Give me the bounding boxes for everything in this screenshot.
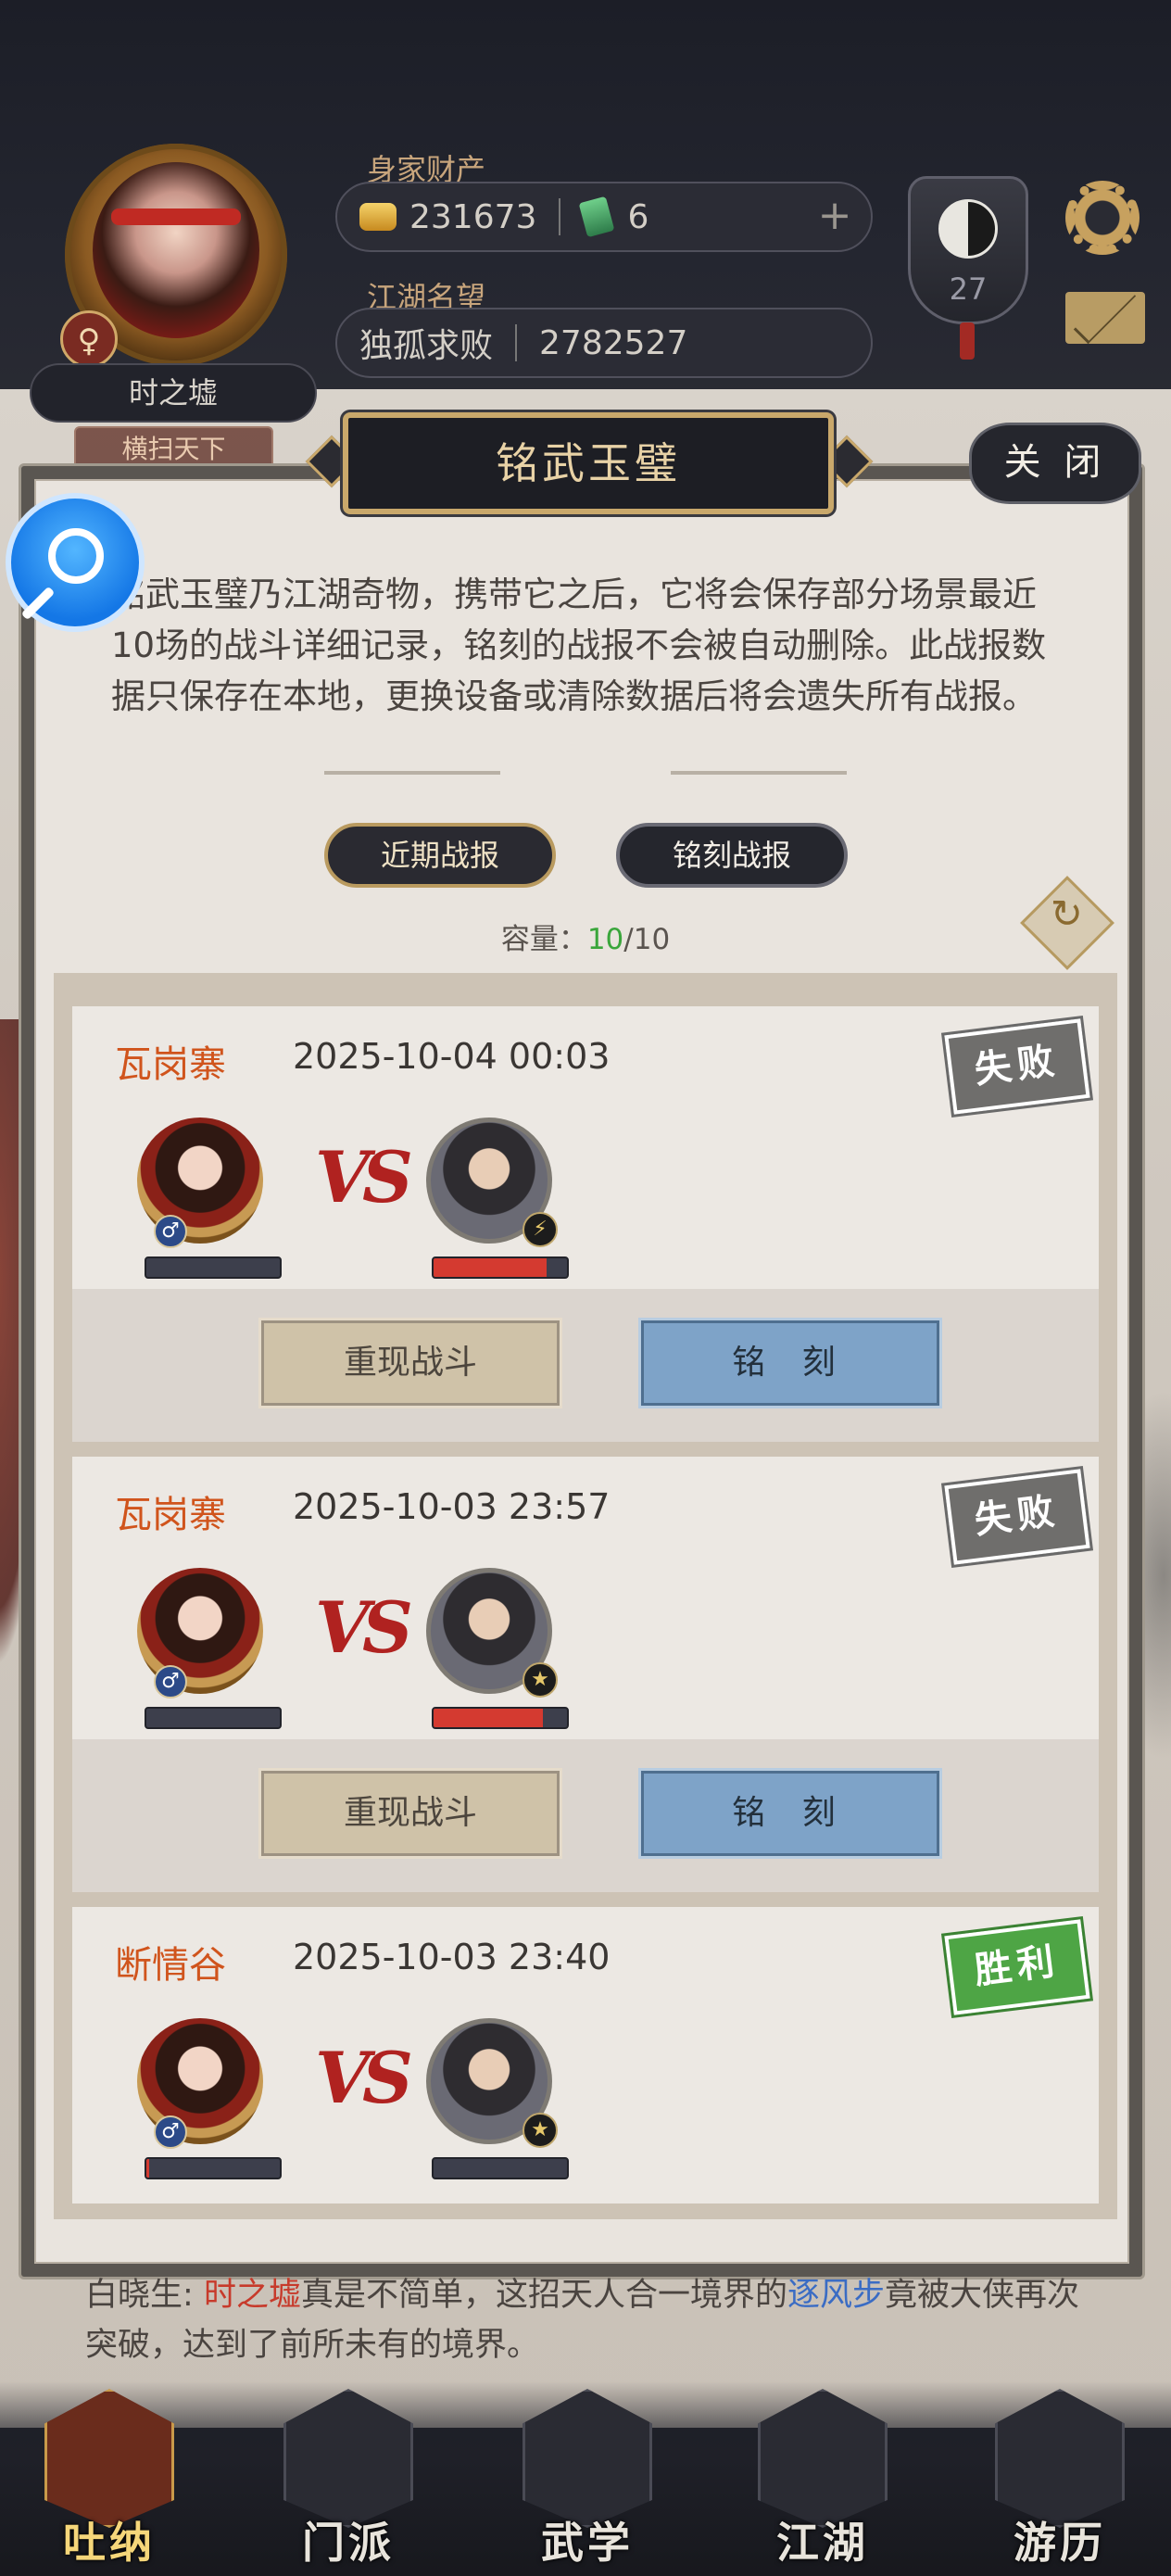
nav-sect[interactable]: 门派 xyxy=(274,2389,422,2574)
battle-report-list[interactable]: 瓦岗寨 2025-10-04 00:03 失败 ♂ VS ⚡ 重现战斗 铭 刻 … xyxy=(54,973,1117,2219)
jade-amount: 6 xyxy=(627,197,649,236)
avatar-portrait xyxy=(93,162,259,338)
tuna-icon xyxy=(44,2389,174,2528)
my-hp-bar xyxy=(145,1707,282,1729)
nav-label: 江湖 xyxy=(776,2518,869,2568)
tab-engraved-reports[interactable]: 铭刻战报 xyxy=(616,823,848,888)
my-hp-bar xyxy=(145,2157,282,2179)
magnifier-handle xyxy=(20,586,56,621)
engrave-button[interactable]: 铭 刻 xyxy=(638,1318,942,1408)
nav-jianghu[interactable]: 江湖 xyxy=(749,2389,897,2574)
nav-label: 游历 xyxy=(1014,2518,1106,2568)
divider xyxy=(559,198,561,235)
chat-message: 白晓生: 时之墟真是不简单，这招天人合一境界的逐风步竟被大侠再次突破，达到了前所… xyxy=(85,2270,1104,2370)
record-location: 断情谷 xyxy=(115,1944,226,1987)
record-actions: 重现战斗 铭 刻 xyxy=(72,1739,1099,1892)
female-icon: ♀ xyxy=(60,310,118,368)
enemy-hp-bar xyxy=(432,1256,569,1279)
magnifier-icon xyxy=(48,528,104,584)
record-time: 2025-10-04 00:03 xyxy=(293,1036,611,1077)
player-avatar[interactable]: ♀ xyxy=(28,144,338,385)
mail-icon[interactable] xyxy=(1065,292,1145,344)
enemy-hp-bar xyxy=(432,1707,569,1729)
record-location: 瓦岗寨 xyxy=(115,1494,226,1536)
gear-icon[interactable] xyxy=(1065,181,1140,255)
vs-label: VS xyxy=(315,2037,413,2119)
chat-speaker: 白晓生: xyxy=(85,2277,194,2314)
male-icon: ♂ xyxy=(154,1215,187,1248)
tassel-decoration xyxy=(960,322,975,360)
result-stamp: 胜利 xyxy=(941,1915,1093,2019)
player-name: 时之墟 xyxy=(30,363,317,423)
record-location: 瓦岗寨 xyxy=(115,1043,226,1086)
my-hp-bar xyxy=(145,1256,282,1279)
divider xyxy=(515,324,518,361)
enemy-faction-icon: ★ xyxy=(523,2113,558,2148)
modal-description: 铭武玉璧乃江湖奇物，携带它之后，它将会保存部分场景最近10场的战斗详细记录，铭刻… xyxy=(111,575,1047,716)
record-actions: 重现战斗 铭 刻 xyxy=(72,1289,1099,1442)
hp-fill xyxy=(434,1258,548,1277)
sect-icon xyxy=(283,2389,413,2528)
level-badge[interactable]: 27 xyxy=(908,176,1028,324)
divider-ornament-right xyxy=(671,771,847,775)
reputation-bar: 独孤求败 2782527 xyxy=(335,308,873,378)
hp-fill xyxy=(434,1709,544,1727)
close-button[interactable]: 关 闭 xyxy=(969,423,1141,504)
list-item: 瓦岗寨 2025-10-04 00:03 失败 ♂ VS ⚡ 重现战斗 铭 刻 xyxy=(72,1006,1099,1442)
vs-label: VS xyxy=(315,1136,413,1219)
nav-tuna[interactable]: 吐纳 xyxy=(35,2389,183,2574)
modal-title: 铭武玉璧 xyxy=(496,438,681,488)
add-currency-button[interactable]: + xyxy=(812,195,858,241)
capacity-label: 容量： xyxy=(500,923,587,956)
enemy-faction-icon: ⚡ xyxy=(523,1212,558,1247)
player-title: 独孤求败 xyxy=(359,327,494,365)
male-icon: ♂ xyxy=(154,2115,187,2149)
list-item: 断情谷 2025-10-03 23:40 胜利 ♂ VS ★ xyxy=(72,1907,1099,2203)
yinyang-icon xyxy=(938,199,998,259)
martial-arts-icon xyxy=(523,2389,652,2528)
jade-icon xyxy=(579,196,615,238)
modal-title-plate: 铭武玉璧 xyxy=(343,412,834,514)
enemy-hp-bar xyxy=(432,2157,569,2179)
capacity-total: /10 xyxy=(623,923,671,956)
nav-label: 吐纳 xyxy=(63,2518,156,2568)
enemy-faction-icon: ★ xyxy=(523,1662,558,1698)
result-stamp: 失败 xyxy=(941,1015,1093,1118)
list-item: 瓦岗寨 2025-10-03 23:57 失败 ♂ VS ★ 重现战斗 铭 刻 xyxy=(72,1457,1099,1892)
result-stamp: 失败 xyxy=(941,1465,1093,1569)
nav-travel[interactable]: 游历 xyxy=(986,2389,1134,2574)
chat-skill-name: 逐风步 xyxy=(787,2277,885,2314)
wealth-bar: 231673 6 + xyxy=(335,182,873,252)
capacity-current: 10 xyxy=(586,923,624,956)
record-time: 2025-10-03 23:57 xyxy=(293,1486,611,1527)
gold-ingot-icon xyxy=(359,203,397,231)
level-number: 27 xyxy=(949,271,988,307)
reputation-value: 2782527 xyxy=(539,323,688,362)
chat-player-name: 时之墟 xyxy=(203,2277,301,2314)
nav-label: 武学 xyxy=(541,2518,634,2568)
nav-label: 门派 xyxy=(302,2518,395,2568)
jianghu-icon xyxy=(758,2389,888,2528)
avatar-headband xyxy=(111,208,241,225)
male-icon: ♂ xyxy=(154,1665,187,1698)
replay-battle-button[interactable]: 重现战斗 xyxy=(258,1768,562,1859)
tab-recent-reports[interactable]: 近期战报 xyxy=(324,823,556,888)
chat-text-a: 真是不简单，这招天人合一境界的 xyxy=(300,2277,787,2314)
vs-label: VS xyxy=(315,1586,413,1669)
travel-icon xyxy=(995,2389,1125,2528)
nav-martial-arts[interactable]: 武学 xyxy=(513,2389,661,2574)
hp-fill xyxy=(146,2159,149,2178)
gold-amount: 231673 xyxy=(409,197,537,236)
engrave-button[interactable]: 铭 刻 xyxy=(638,1768,942,1859)
magnify-button[interactable] xyxy=(6,493,145,632)
divider-ornament-left xyxy=(324,771,500,775)
replay-battle-button[interactable]: 重现战斗 xyxy=(258,1318,562,1408)
capacity-readout: 容量：10/10 xyxy=(0,915,1171,957)
record-time: 2025-10-03 23:40 xyxy=(293,1937,611,1977)
